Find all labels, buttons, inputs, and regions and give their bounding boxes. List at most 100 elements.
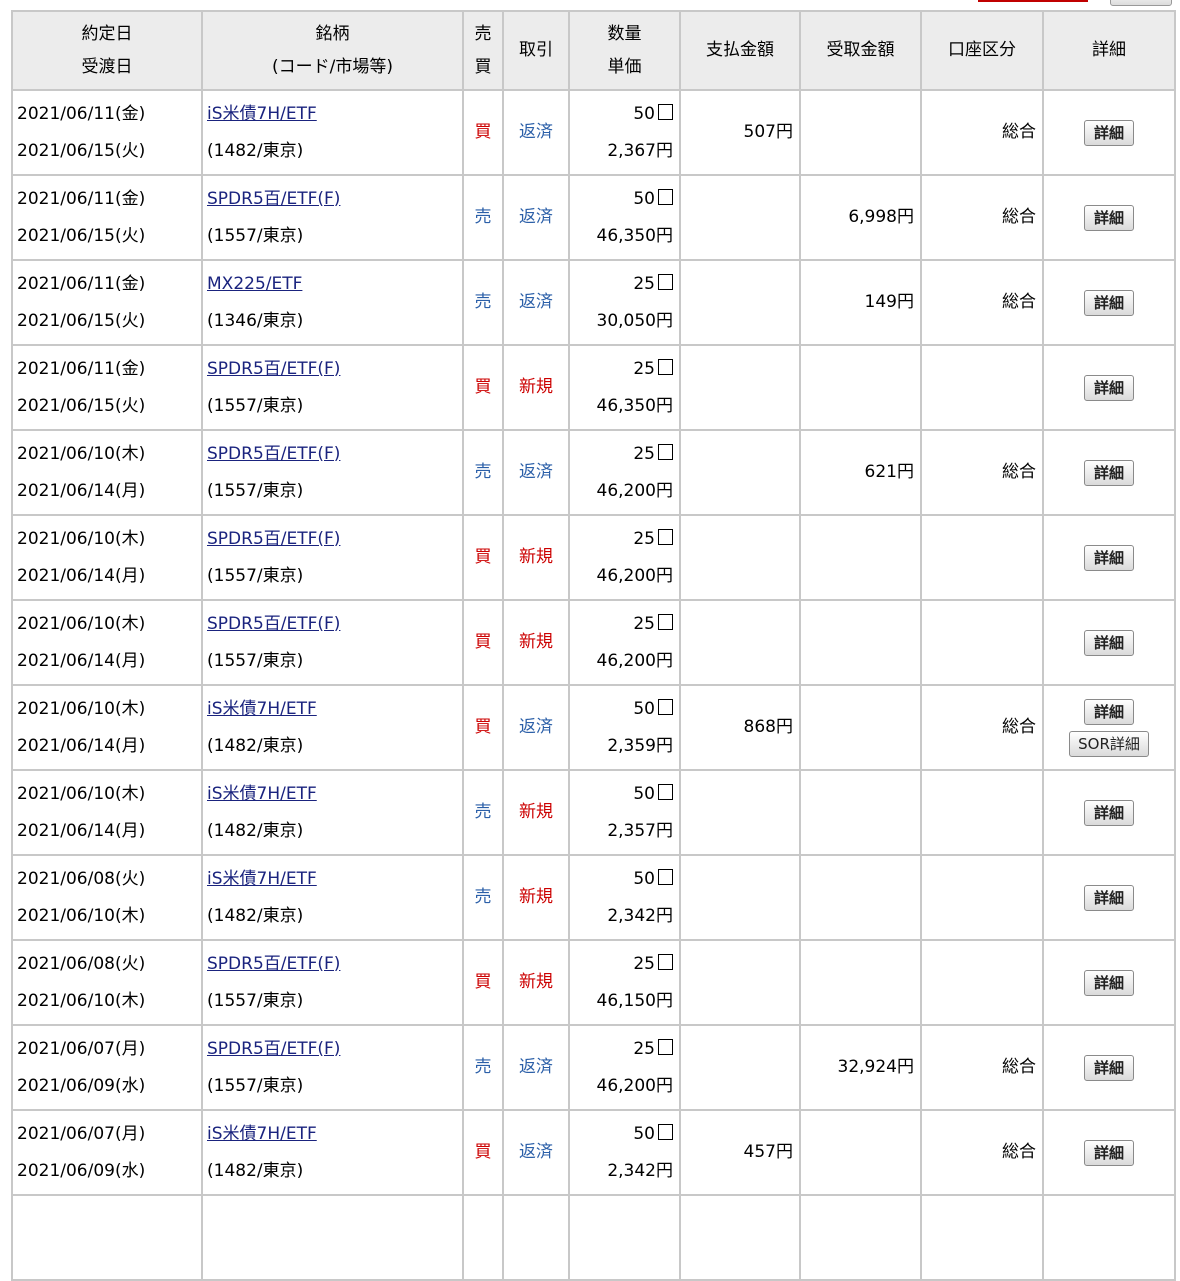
settle-date: 2021/06/15(火) (17, 225, 146, 246)
side-label: 買 (474, 1142, 492, 1162)
detail-button[interactable]: 詳細 (1083, 1054, 1134, 1081)
detail-button[interactable]: 詳細 (1083, 629, 1134, 656)
sor-detail-button[interactable]: SOR詳細 (1069, 730, 1149, 757)
header-pay: 支払金額 (679, 10, 801, 91)
header-detail: 詳細 (1042, 10, 1176, 91)
qty-price-cell: 50口 2,357円 (568, 769, 681, 856)
security-name-link[interactable]: iS米債7H/ETF (207, 869, 317, 889)
trade-type-label: 返済 (519, 1057, 553, 1077)
detail-button[interactable]: 詳細 (1083, 884, 1134, 911)
type-cell: 返済 (502, 89, 570, 176)
security-name-link[interactable]: SPDR5百/ETF(F) (207, 189, 340, 209)
recv-amount: 6,998円 (848, 207, 914, 227)
top-button-partial[interactable] (1110, 0, 1172, 6)
detail-button[interactable]: 詳細 (1083, 374, 1134, 401)
name-cell: MX225/ETF (1346/東京) (201, 259, 464, 346)
side-label: 売 (474, 887, 492, 907)
detail-button[interactable]: 詳細 (1083, 459, 1134, 486)
pay-amount-cell (679, 1024, 801, 1111)
unit-price: 46,350円 (596, 225, 673, 246)
security-name-link[interactable]: MX225/ETF (207, 274, 302, 294)
unit-price: 2,357円 (607, 820, 673, 841)
security-name-link[interactable]: iS米債7H/ETF (207, 784, 317, 804)
detail-button[interactable]: 詳細 (1083, 969, 1134, 996)
pay-amount: 507円 (743, 122, 793, 142)
side-label: 買 (474, 547, 492, 567)
header-qty-price: 数量 単価 (568, 10, 681, 91)
detail-cell: 詳細 (1042, 599, 1176, 686)
detail-cell: 詳細 SOR詳細 (1042, 684, 1176, 771)
trade-date: 2021/06/07(月) (17, 1123, 146, 1144)
unit-price: 2,342円 (607, 1160, 673, 1181)
security-code: (1557/東京) (207, 225, 304, 246)
header-name: 銘柄 (コード/市場等) (201, 10, 464, 91)
account-type: 総合 (1002, 122, 1036, 142)
top-strip (0, 0, 1180, 10)
trade-type-label: 新規 (519, 377, 553, 397)
table-row: 2021/06/10(木) 2021/06/14(月) SPDR5百/ETF(F… (11, 514, 1176, 601)
trade-date: 2021/06/10(木) (17, 443, 146, 464)
detail-button[interactable]: 詳細 (1083, 698, 1134, 725)
table-row: 2021/06/10(木) 2021/06/14(月) SPDR5百/ETF(F… (11, 599, 1176, 686)
security-name-link[interactable]: iS米債7H/ETF (207, 1124, 317, 1144)
unit-price: 46,150円 (596, 990, 673, 1011)
detail-button[interactable]: 詳細 (1083, 119, 1134, 146)
quantity: 50 (633, 783, 655, 804)
qty-price-cell: 50口 2,367円 (568, 89, 681, 176)
security-name-link[interactable]: SPDR5百/ETF(F) (207, 444, 340, 464)
detail-cell: 詳細 (1042, 854, 1176, 941)
security-name-link[interactable]: iS米債7H/ETF (207, 699, 317, 719)
security-name-link[interactable]: SPDR5百/ETF(F) (207, 529, 340, 549)
trade-date: 2021/06/10(木) (17, 783, 146, 804)
unit-price: 2,342円 (607, 905, 673, 926)
account-cell (920, 514, 1044, 601)
security-code: (1346/東京) (207, 310, 304, 331)
detail-button[interactable]: 詳細 (1083, 204, 1134, 231)
security-name-link[interactable]: iS米債7H/ETF (207, 104, 317, 124)
quantity: 25 (633, 528, 655, 549)
quantity: 50 (633, 188, 655, 209)
security-name-link[interactable]: SPDR5百/ETF(F) (207, 954, 340, 974)
settle-date: 2021/06/09(水) (17, 1160, 146, 1181)
side-label: 売 (474, 292, 492, 312)
qty-unit-box: 口 (658, 698, 673, 715)
detail-button[interactable]: 詳細 (1083, 799, 1134, 826)
trade-type-label: 返済 (519, 462, 553, 482)
qty-unit-box: 口 (658, 103, 673, 120)
recv-amount-cell (799, 514, 922, 601)
security-name-link[interactable]: SPDR5百/ETF(F) (207, 359, 340, 379)
detail-button[interactable]: 詳細 (1083, 544, 1134, 571)
quantity: 25 (633, 443, 655, 464)
side-cell: 買 (462, 939, 504, 1026)
detail-button[interactable]: 詳細 (1083, 1139, 1134, 1166)
security-name-link[interactable]: SPDR5百/ETF(F) (207, 614, 340, 634)
side-cell: 売 (462, 854, 504, 941)
type-cell: 返済 (502, 174, 570, 261)
settle-date: 2021/06/10(木) (17, 990, 146, 1011)
side-label: 売 (474, 802, 492, 822)
account-type: 総合 (1002, 1057, 1036, 1077)
table-row: 2021/06/08(火) 2021/06/10(木) iS米債7H/ETF (… (11, 854, 1176, 941)
header-side: 売買 (462, 10, 504, 91)
type-cell: 新規 (502, 514, 570, 601)
type-cell: 返済 (502, 684, 570, 771)
pay-amount-cell: 457円 (679, 1109, 801, 1196)
table-row: 2021/06/10(木) 2021/06/14(月) SPDR5百/ETF(F… (11, 429, 1176, 516)
table-header-row: 約定日 受渡日 銘柄 (コード/市場等) 売買 取引 数量 単価 支払金額 受取金額 … (11, 10, 1176, 91)
trade-date: 2021/06/11(金) (17, 358, 146, 379)
unit-price: 46,350円 (596, 395, 673, 416)
side-cell: 売 (462, 429, 504, 516)
quantity: 50 (633, 103, 655, 124)
side-cell: 売 (462, 174, 504, 261)
header-recv: 受取金額 (799, 10, 922, 91)
account-cell: 総合 (920, 429, 1044, 516)
detail-button[interactable]: 詳細 (1083, 289, 1134, 316)
trade-date: 2021/06/11(金) (17, 103, 146, 124)
recv-amount-cell (799, 769, 922, 856)
account-cell (920, 599, 1044, 686)
qty-unit-box: 口 (658, 443, 673, 460)
date-cell: 2021/06/07(月) 2021/06/09(水) (11, 1024, 203, 1111)
recv-amount-cell (799, 939, 922, 1026)
recv-amount-cell: 32,924円 (799, 1024, 922, 1111)
security-name-link[interactable]: SPDR5百/ETF(F) (207, 1039, 340, 1059)
